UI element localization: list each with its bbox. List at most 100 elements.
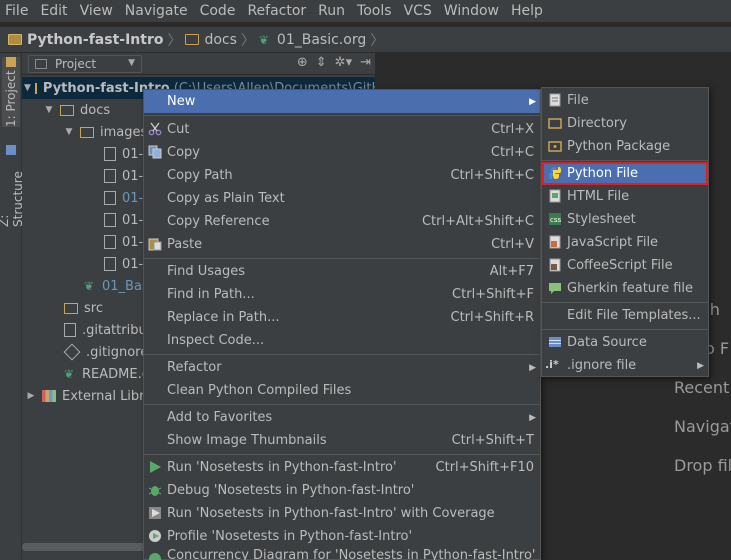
menu-item-copy-path[interactable]: Copy Path Ctrl+Shift+C (144, 164, 540, 187)
new-data-source[interactable]: Data Source (542, 331, 708, 354)
tree-item-image-file[interactable]: 01- (104, 187, 143, 209)
collapsed-arrow-icon: ▶ (27, 391, 35, 401)
tree-item-external-libraries[interactable]: ▶ External Libra (22, 385, 153, 407)
menu-code[interactable]: Code (194, 0, 242, 22)
file-icon (549, 93, 561, 107)
image-file-icon (104, 169, 116, 183)
menu-item-run[interactable]: Run 'Nosetests in Python-fast-Intro' Ctr… (144, 456, 540, 479)
folder-icon (80, 126, 94, 138)
new-directory[interactable]: Directory (542, 112, 708, 135)
horizontal-scrollbar[interactable] (22, 543, 152, 551)
view-selector[interactable]: Project ▼ (28, 54, 142, 73)
menu-item-show-thumbnails[interactable]: Show Image Thumbnails Ctrl+Shift+T (144, 429, 540, 452)
breadcrumb: Python-fast-Intro 〉 docs 〉 ❦ 01_Basic.or… (0, 26, 731, 52)
structure-icon (6, 145, 16, 155)
expanded-arrow-icon: ▼ (65, 127, 73, 137)
tree-item-gitattributes[interactable]: .gitattribu (64, 319, 147, 341)
menu-item-run-coverage[interactable]: Run 'Nosetests in Python-fast-Intro' wit… (144, 502, 540, 525)
ignore-file-icon (63, 343, 81, 361)
menu-item-add-favorites[interactable]: Add to Favorites ▶ (144, 406, 540, 429)
collapse-all-icon[interactable]: ⇕ (316, 55, 327, 70)
project-folder-icon (34, 82, 37, 94)
new-stylesheet[interactable]: css Stylesheet (542, 208, 708, 231)
menu-vcs[interactable]: VCS (398, 0, 438, 22)
menu-item-copy[interactable]: Copy Ctrl+C (144, 141, 540, 164)
tab-project[interactable]: 1: Project (2, 57, 20, 127)
submenu-arrow-icon: ▶ (529, 362, 536, 373)
menu-window[interactable]: Window (438, 0, 505, 22)
edit-file-templates[interactable]: Edit File Templates... (542, 304, 708, 327)
menu-edit[interactable]: Edit (34, 0, 73, 22)
tree-item-image-file[interactable]: 01- (104, 231, 143, 253)
tree-item-image-file[interactable]: 01- (104, 143, 143, 165)
scroll-from-source-icon[interactable]: ⊕ (297, 55, 308, 70)
tree-item-image-file[interactable]: 01- (104, 209, 143, 231)
new-coffeescript-file[interactable]: CoffeeScript File (542, 254, 708, 277)
menu-separator (144, 454, 540, 455)
run-icon (150, 461, 161, 473)
menu-item-debug[interactable]: Debug 'Nosetests in Python-fast-Intro' (144, 479, 540, 502)
new-gherkin-file[interactable]: Gherkin feature file (542, 277, 708, 300)
breadcrumb-file[interactable]: ❦ 01_Basic.org (259, 32, 366, 48)
tree-item-image-file[interactable]: 01- (104, 253, 143, 275)
menu-file[interactable]: File (0, 0, 34, 22)
profile-icon (149, 530, 161, 542)
tool-window-strip: 1: Project Z: Structure (0, 53, 25, 560)
new-javascript-file[interactable]: JavaScript File (542, 231, 708, 254)
menu-separator (144, 354, 540, 355)
context-menu: New ▶ Cut Ctrl+X Copy Ctrl+C Copy Path C… (143, 89, 541, 560)
debug-bug-icon (148, 486, 162, 496)
python-file-icon (549, 167, 561, 179)
menu-item-clean-compiled[interactable]: Clean Python Compiled Files (144, 379, 540, 402)
package-icon (548, 141, 562, 152)
tree-item-readme[interactable]: ❦ README.o (64, 363, 150, 385)
menu-item-find-in-path[interactable]: Find in Path... Ctrl+Shift+F (144, 283, 540, 306)
project-icon (6, 57, 16, 68)
menu-item-new[interactable]: New ▶ (144, 90, 540, 113)
menu-item-cut[interactable]: Cut Ctrl+X (144, 118, 540, 141)
menu-item-replace-in-path[interactable]: Replace in Path... Ctrl+Shift+R (144, 306, 540, 329)
new-ignore-file[interactable]: .i* .ignore file ▶ (542, 354, 708, 377)
gear-icon[interactable]: ✲▾ (335, 55, 352, 70)
tree-item-docs[interactable]: ▼ docs (42, 99, 111, 121)
submenu-arrow-icon: ▶ (529, 96, 536, 107)
new-python-file[interactable]: Python File (542, 162, 708, 185)
menu-view[interactable]: View (74, 0, 119, 22)
org-file-icon: ❦ (84, 279, 95, 293)
copy-icon (148, 145, 162, 159)
javascript-file-icon (549, 235, 561, 249)
menu-item-inspect-code[interactable]: Inspect Code... (144, 329, 540, 352)
menu-item-profile[interactable]: Profile 'Nosetests in Python-fast-Intro' (144, 525, 540, 548)
hide-icon[interactable]: ⇥ (360, 55, 371, 70)
menu-item-refactor[interactable]: Refactor ▶ (144, 356, 540, 379)
concurrency-icon (149, 553, 161, 560)
paste-icon (148, 238, 162, 251)
menu-navigate[interactable]: Navigate (119, 0, 194, 22)
new-html-file[interactable]: HTML File (542, 185, 708, 208)
folder-icon (548, 118, 562, 129)
breadcrumb-project[interactable]: Python-fast-Intro (8, 32, 163, 48)
coverage-icon (149, 507, 161, 519)
menu-run[interactable]: Run (312, 0, 351, 22)
menu-item-paste[interactable]: Paste Ctrl+V (144, 233, 540, 256)
new-file[interactable]: File (542, 89, 708, 112)
tree-item-images[interactable]: ▼ images (62, 121, 148, 143)
menu-help[interactable]: Help (505, 0, 549, 22)
text-file-icon (64, 323, 76, 337)
menu-item-copy-reference[interactable]: Copy Reference Ctrl+Alt+Shift+C (144, 210, 540, 233)
menu-item-copy-plain-text[interactable]: Copy as Plain Text (144, 187, 540, 210)
tab-structure[interactable]: Z: Structure (0, 145, 25, 227)
project-folder-icon (8, 34, 22, 45)
tree-item-gitignore[interactable]: .gitignore (63, 341, 148, 363)
tree-item-image-file[interactable]: 01- (104, 165, 143, 187)
breadcrumb-docs[interactable]: docs (185, 32, 237, 48)
image-file-icon (104, 191, 116, 205)
menu-item-find-usages[interactable]: Find Usages Alt+F7 (144, 260, 540, 283)
database-icon (549, 337, 561, 347)
tree-item-src[interactable]: src (64, 297, 103, 319)
menu-refactor[interactable]: Refactor (241, 0, 312, 22)
menu-item-concurrency[interactable]: Concurrency Diagram for 'Nosetests in Py… (144, 548, 540, 560)
new-python-package[interactable]: Python Package (542, 135, 708, 158)
menu-tools[interactable]: Tools (351, 0, 398, 22)
svg-text:css: css (550, 216, 561, 224)
